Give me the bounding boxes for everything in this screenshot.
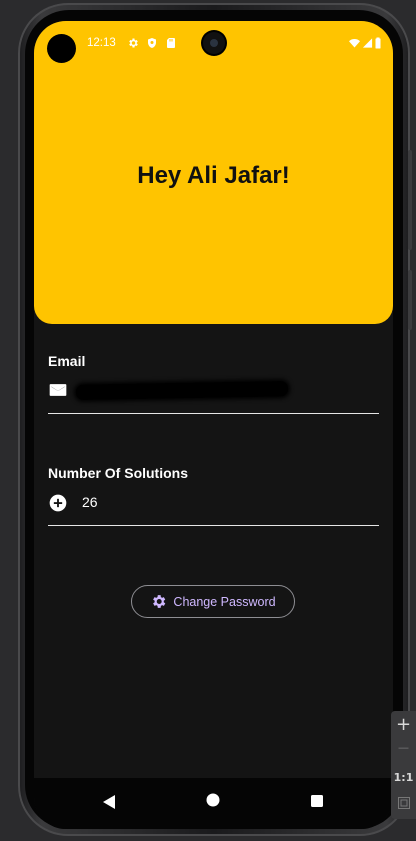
- system-nav-bar: [34, 778, 393, 829]
- solutions-value: 26: [82, 494, 98, 510]
- zoom-ratio-button[interactable]: 1:1: [391, 771, 416, 784]
- redacted-email-value: [75, 381, 289, 400]
- mail-icon: [49, 384, 67, 396]
- email-field[interactable]: [48, 378, 379, 402]
- email-underline: [48, 413, 379, 414]
- solutions-label: Number Of Solutions: [48, 465, 188, 481]
- settings-status-icon: [129, 38, 138, 48]
- add-circle-icon: [49, 494, 67, 512]
- solutions-field[interactable]: 26: [48, 491, 379, 515]
- fit-screen-button[interactable]: [391, 797, 416, 812]
- shield-status-icon: [148, 38, 156, 48]
- recents-square-icon[interactable]: [310, 794, 324, 808]
- gear-icon: [153, 595, 166, 608]
- greeting-title: Hey Ali Jafar!: [137, 162, 290, 189]
- battery-icon: [375, 37, 381, 49]
- power-button: [408, 270, 412, 330]
- status-bar: 12:13: [34, 21, 393, 65]
- phone-screen: Hey Ali Jafar! 12:13 Email Number Of Sol…: [34, 21, 393, 829]
- change-password-button[interactable]: Change Password: [131, 585, 295, 618]
- status-time: 12:13: [87, 37, 116, 49]
- fit-screen-icon: [397, 797, 410, 809]
- punch-hole-camera: [203, 32, 225, 54]
- emulator-zoom-toolbar: + — 1:1: [391, 711, 416, 819]
- back-triangle-icon[interactable]: [102, 794, 116, 810]
- front-camera-cutout: [47, 34, 76, 63]
- zoom-in-button[interactable]: +: [391, 714, 416, 735]
- change-password-label: Change Password: [173, 594, 276, 609]
- sd-card-status-icon: [167, 38, 175, 48]
- profile-header: Hey Ali Jafar!: [34, 21, 393, 324]
- home-circle-icon[interactable]: [206, 793, 220, 807]
- email-label: Email: [48, 353, 86, 369]
- wifi-icon: [349, 39, 360, 48]
- volume-button: [408, 150, 412, 250]
- zoom-out-button[interactable]: —: [391, 741, 416, 754]
- cell-signal-icon: [362, 38, 373, 48]
- solutions-underline: [48, 525, 379, 526]
